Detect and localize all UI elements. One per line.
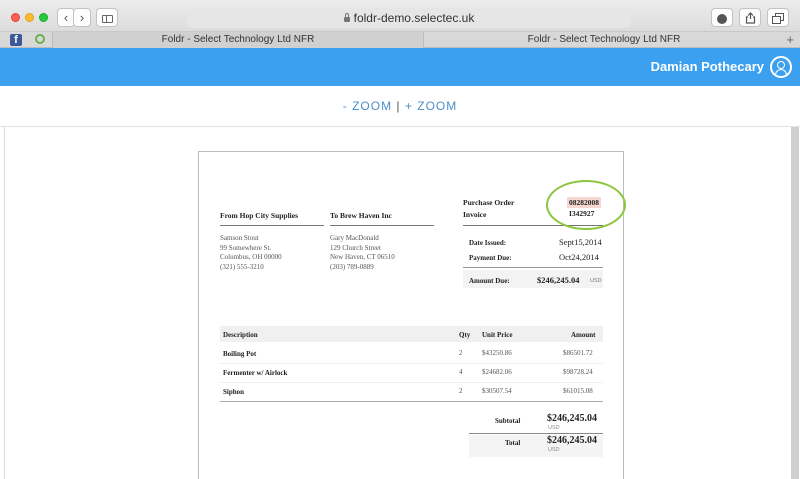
item-description: Siphon xyxy=(223,388,245,396)
item-unit-price: $24682.06 xyxy=(482,368,512,376)
subtotal-label: Subtotal xyxy=(495,417,521,425)
row-divider xyxy=(220,363,603,364)
col-qty: Qty xyxy=(459,331,471,339)
item-amount: $86501.72 xyxy=(563,349,593,357)
tabs-overview-button[interactable] xyxy=(767,8,789,27)
col-description: Description xyxy=(223,331,258,339)
item-unit-price: $30507.54 xyxy=(482,387,512,395)
item-amount: $98728.24 xyxy=(563,368,593,376)
item-qty: 2 xyxy=(459,387,463,395)
tab-foldr-2[interactable]: Foldr - Select Technology Ltd NFR xyxy=(424,32,784,48)
total-value: $246,245.04 xyxy=(547,435,597,446)
browser-titlebar: ‹ › foldr-demo.selectec.uk xyxy=(0,0,800,32)
downloads-button[interactable] xyxy=(711,8,733,27)
lock-icon xyxy=(343,13,350,22)
tabs-icon xyxy=(772,13,784,24)
amount-due-currency: USD xyxy=(590,278,602,284)
item-amount: $61015.08 xyxy=(563,387,593,395)
item-qty: 2 xyxy=(459,349,463,357)
table-bottom-rule xyxy=(220,401,603,402)
to-heading: To Brew Haven Inc xyxy=(330,211,392,220)
download-icon xyxy=(717,14,727,24)
item-unit-price: $43250.86 xyxy=(482,349,512,357)
zoom-in-button[interactable]: + ZOOM xyxy=(405,99,457,113)
tab-foldr-1[interactable]: Foldr - Select Technology Ltd NFR xyxy=(52,32,424,48)
viewer-scrollbar[interactable] xyxy=(791,127,799,479)
po-label: Purchase Order xyxy=(463,198,515,207)
item-description: Boiling Pot xyxy=(223,350,257,358)
user-name[interactable]: Damian Pothecary xyxy=(651,59,764,74)
app-header: Damian Pothecary xyxy=(0,48,800,86)
facebook-bookmark-icon[interactable]: f xyxy=(10,34,22,46)
to-underline xyxy=(330,225,434,226)
share-button[interactable] xyxy=(739,8,761,27)
amount-due-label: Amount Due: xyxy=(469,277,510,285)
item-qty: 4 xyxy=(459,368,463,376)
subtotal-value: $246,245.04 xyxy=(547,413,597,424)
invoice-label: Invoice xyxy=(463,210,487,219)
sidebar-toggle-button[interactable] xyxy=(96,8,118,27)
payment-due-value: Oct24,2014 xyxy=(559,252,599,262)
forward-button[interactable]: › xyxy=(73,8,91,27)
sidebar-icon xyxy=(101,15,113,23)
minimize-window-button[interactable] xyxy=(25,13,34,22)
tab-label: Foldr - Select Technology Ltd NFR xyxy=(527,34,681,45)
row-divider xyxy=(220,382,603,383)
extension-icon[interactable] xyxy=(35,34,45,44)
to-address: Gary MacDonald 129 Church Street New Hav… xyxy=(330,234,395,271)
zoom-controls: - ZOOM | + ZOOM xyxy=(0,86,800,127)
col-unit-price: Unit Price xyxy=(482,331,513,339)
tab-bar: f Foldr - Select Technology Ltd NFR Fold… xyxy=(0,32,800,48)
tab-label: Foldr - Select Technology Ltd NFR xyxy=(161,34,315,45)
new-tab-button[interactable]: + xyxy=(786,32,794,48)
col-amount: Amount xyxy=(571,331,596,339)
total-currency: USD xyxy=(548,447,560,453)
total-label: Total xyxy=(505,439,521,447)
item-description: Fermenter w/ Airlock xyxy=(223,369,288,377)
url-text: foldr-demo.selectec.uk xyxy=(353,11,475,25)
user-avatar-icon[interactable] xyxy=(770,56,792,78)
payment-due-label: Payment Due: xyxy=(469,254,512,262)
date-issued-value: Sept15,2014 xyxy=(559,237,602,247)
close-window-button[interactable] xyxy=(11,13,20,22)
subtotal-divider xyxy=(469,433,603,434)
date-issued-label: Date Issued: xyxy=(469,239,507,247)
fullscreen-window-button[interactable] xyxy=(39,13,48,22)
from-heading: From Hop City Supplies xyxy=(220,211,298,220)
amount-due-value: $246,245.04 xyxy=(537,275,580,285)
items-header-row xyxy=(220,326,603,342)
zoom-separator: | xyxy=(396,99,401,113)
subtotal-currency: USD xyxy=(548,425,560,431)
from-address: Samson Stout 99 Somewhere St. Columbus, … xyxy=(220,234,282,271)
address-bar[interactable]: foldr-demo.selectec.uk xyxy=(187,8,631,28)
dates-divider xyxy=(463,267,603,268)
from-underline xyxy=(220,225,324,226)
highlight-circle-annotation xyxy=(546,180,626,230)
share-icon xyxy=(745,12,755,24)
zoom-out-button[interactable]: - ZOOM xyxy=(343,99,392,113)
